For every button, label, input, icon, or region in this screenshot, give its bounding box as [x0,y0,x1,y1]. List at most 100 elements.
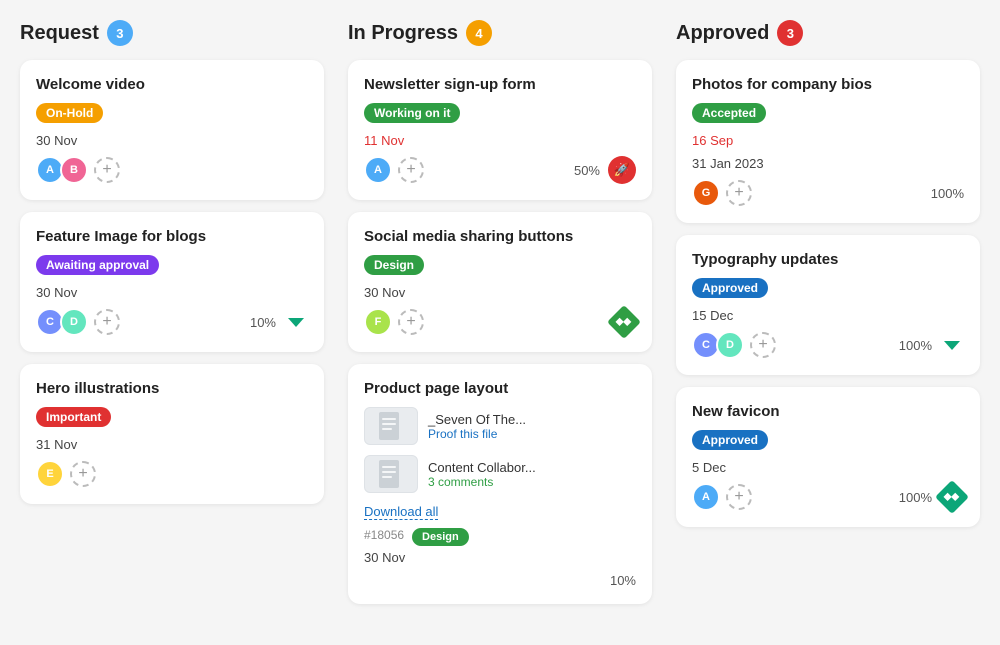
card-welcome-video: Welcome videoOn-Hold30 NovAB+ [20,60,324,200]
card-tag: Accepted [692,103,766,123]
card-footer-right: 100% [899,333,964,357]
avatar-group: F+ [364,308,424,336]
file-action-link[interactable]: 3 comments [428,475,636,489]
card-date: 31 Nov [36,437,308,452]
card-footer-right: 10% [610,573,636,588]
avatar-group: G+ [692,179,752,207]
column-title: Approved [676,22,769,45]
avatar: G [692,179,720,207]
ticket-id: #18056 [364,528,404,542]
column-title: In Progress [348,22,458,45]
download-all-link[interactable]: Download all [364,504,438,520]
column-badge: 3 [777,20,803,46]
add-assignee-button[interactable]: + [726,484,752,510]
avatar: D [60,308,88,336]
card-date: 15 Dec [692,308,964,323]
column-header-request: Request 3 [20,20,324,46]
diamond-teal-icon[interactable]: ◆◆ [935,480,969,514]
card-title: Hero illustrations [36,380,308,397]
card-date-red: 16 Sep [692,133,964,148]
file-thumbnail [364,407,418,445]
card-photos-bios: Photos for company bios Accepted 16 Sep 31 … [676,60,980,223]
card-tag: Design [364,255,424,275]
column-title: Request [20,22,99,45]
column-in-progress: In Progress 4 Newsletter sign-up formWor… [348,20,652,616]
progress-percent: 100% [899,338,932,353]
card-hero-illustrations: Hero illustrations Important 31 Nov E+ [20,364,324,504]
file-thumbnail [364,455,418,493]
card-date: 30 Nov [36,133,308,148]
add-assignee-button[interactable]: + [750,332,776,358]
rocket-icon[interactable]: 🚀 [608,156,636,184]
card-new-favicon: New faviconApproved5 DecA+100%◆◆ [676,387,980,527]
file-info: Content Collabor... 3 comments [428,460,636,489]
card-date: 30 Nov [364,550,636,565]
card-footer: CD+10% [36,308,308,336]
card-feature-image: Feature Image for blogs Awaiting approval… [20,212,324,352]
card-typography: Typography updatesApproved15 DecCD+100% [676,235,980,375]
card-date: 30 Nov [364,285,636,300]
chevron-down-icon[interactable] [284,310,308,334]
file-name: _Seven Of The... [428,412,636,427]
add-assignee-button[interactable]: + [94,157,120,183]
diamond-green-icon[interactable]: ◆◆ [607,305,641,339]
card-tag: Awaiting approval [36,255,159,275]
avatar-group: CD+ [692,331,776,359]
add-assignee-button[interactable]: + [94,309,120,335]
avatar: E [36,460,64,488]
ticket-row: #18056 Design [364,528,636,546]
progress-percent: 10% [610,573,636,588]
avatar-group: A+ [692,483,752,511]
avatar: D [716,331,744,359]
file-action-link[interactable]: Proof this file [428,427,636,441]
card-footer: G+100% [692,179,964,207]
column-request: Request 3 Welcome videoOn-Hold30 NovAB+F… [20,20,324,616]
card-tag: On-Hold [36,103,103,123]
add-assignee-button[interactable]: + [398,157,424,183]
file-info: _Seven Of The... Proof this file [428,412,636,441]
avatar: B [60,156,88,184]
card-tag: Approved [692,278,768,298]
card-footer: A+50% 🚀 [364,156,636,184]
column-badge: 3 [107,20,133,46]
column-header-approved: Approved 3 [676,20,980,46]
ticket-tag: Design [412,528,469,546]
card-title: Photos for company bios [692,76,964,93]
card-title: Social media sharing buttons [364,228,636,245]
column-approved: Approved 3 Photos for company bios Accept… [676,20,980,616]
card-date: 5 Dec [692,460,964,475]
progress-percent: 50% [574,163,600,178]
card-date: 30 Nov [36,285,308,300]
card-footer-right: 50% 🚀 [574,156,636,184]
card-footer-right: ◆◆ [612,310,636,334]
card-footer: F+ ◆◆ [364,308,636,336]
chevron-down-icon[interactable] [940,333,964,357]
card-title: Feature Image for blogs [36,228,308,245]
card-tag: Approved [692,430,768,450]
avatar: A [364,156,392,184]
add-assignee-button[interactable]: + [726,180,752,206]
add-assignee-button[interactable]: + [70,461,96,487]
card-title: Welcome video [36,76,308,93]
card-footer-right: 100%◆◆ [899,485,964,509]
card-footer: 10% [364,573,636,588]
card-title: New favicon [692,403,964,420]
card-title: Product page layout [364,380,636,397]
file-row: Content Collabor... 3 comments [364,455,636,493]
card-footer-right: 10% [250,310,308,334]
avatar: F [364,308,392,336]
column-badge: 4 [466,20,492,46]
progress-percent: 10% [250,315,276,330]
avatar: A [692,483,720,511]
card-product-page: Product page layout _Seven Of The... Pro… [348,364,652,604]
card-date-secondary: 31 Jan 2023 [692,156,964,171]
card-social-media: Social media sharing buttons Design 30 Nov… [348,212,652,352]
kanban-board: Request 3 Welcome videoOn-Hold30 NovAB+F… [20,20,980,616]
card-footer-right: 100% [931,186,964,201]
add-assignee-button[interactable]: + [398,309,424,335]
card-newsletter-form: Newsletter sign-up formWorking on it11 N… [348,60,652,200]
card-date: 11 Nov [364,133,636,148]
file-row: _Seven Of The... Proof this file [364,407,636,445]
file-name: Content Collabor... [428,460,636,475]
card-tag: Important [36,407,111,427]
